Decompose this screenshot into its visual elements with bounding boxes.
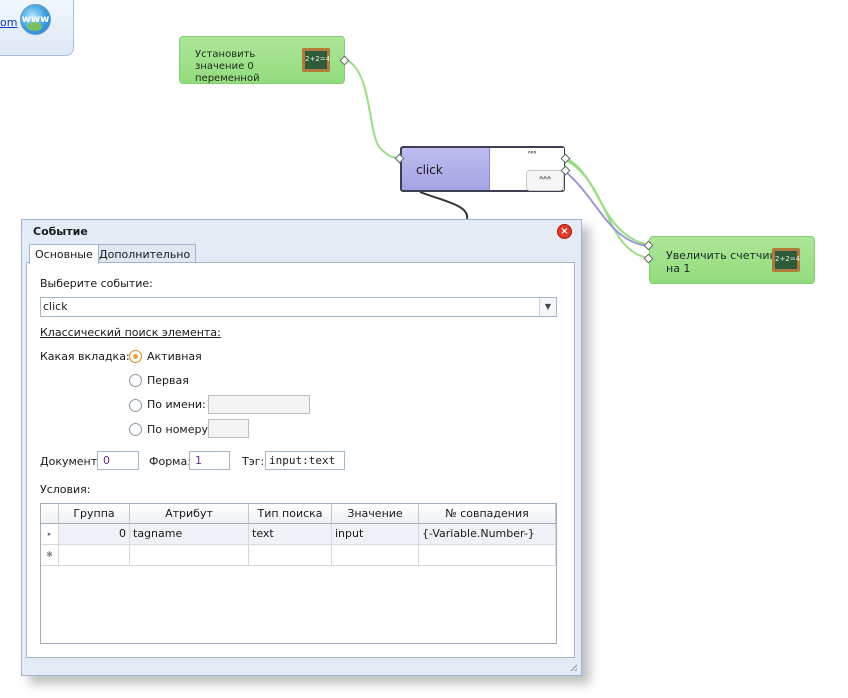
event-dialog: Событие × Основные Дополнительно Выберит… <box>21 219 582 676</box>
row-header-corner <box>41 504 59 524</box>
click-node-label: click <box>416 163 443 177</box>
tab-additional[interactable]: Дополнительно <box>93 244 197 263</box>
close-icon[interactable]: × <box>557 224 572 239</box>
increment-node[interactable]: Увеличить счетчик на 1 2+2=4 <box>649 236 815 284</box>
table-cell-attribute[interactable]: tagname <box>130 524 249 545</box>
col-header-match[interactable]: № совпадения <box>419 504 556 524</box>
table-cell-value[interactable]: input <box>332 524 419 545</box>
dialog-title: Событие <box>33 225 88 238</box>
document-input[interactable]: 0 <box>97 451 139 470</box>
col-header-value[interactable]: Значение <box>332 504 419 524</box>
www-link[interactable]: om <box>0 16 17 29</box>
increment-node-text: Увеличить счетчик на 1 <box>666 249 777 275</box>
resize-grip-icon[interactable] <box>567 661 577 671</box>
current-row-marker[interactable]: ▸ <box>41 524 59 545</box>
tag-input[interactable]: input:text <box>265 451 345 470</box>
new-row-cell[interactable] <box>332 545 419 566</box>
new-row-cell[interactable] <box>249 545 332 566</box>
form-label: Форма: <box>149 455 191 468</box>
radio-by-name[interactable] <box>129 399 142 412</box>
tab-main[interactable]: Основные <box>29 244 99 264</box>
table-cell-search-type[interactable]: text <box>249 524 332 545</box>
click-node[interactable]: click ᐢᐢᐢ ᐢᐢᐢ <box>400 146 565 192</box>
globe-icon: www <box>20 4 51 35</box>
tab-number-input[interactable] <box>208 419 249 438</box>
radio-active[interactable] <box>129 350 142 363</box>
which-tab-label: Какая вкладка: <box>40 350 130 363</box>
col-header-search-type[interactable]: Тип поиска <box>249 504 332 524</box>
chevron-down-icon[interactable]: ▼ <box>539 298 556 316</box>
radio-by-number-label: По номеру: <box>147 423 212 436</box>
col-header-attribute[interactable]: Атрибут <box>130 504 249 524</box>
set-zero-node[interactable]: Установить значение 0 переменной 2+2=4 <box>179 36 345 84</box>
conditions-grid: Группа Атрибут Тип поиска Значение № сов… <box>40 503 557 644</box>
thumbnail-button: ᐢᐢᐢ <box>526 170 564 191</box>
choose-event-label: Выберите событие: <box>40 277 153 290</box>
conditions-label: Условия: <box>40 483 91 496</box>
table-cell-group[interactable]: 0 <box>59 524 130 545</box>
tab-name-input[interactable] <box>208 395 310 414</box>
col-header-group[interactable]: Группа <box>59 504 130 524</box>
event-select[interactable]: click ▼ <box>40 297 557 317</box>
table-cell-match[interactable]: {-Variable.Number-} <box>419 524 556 545</box>
form-input[interactable]: 1 <box>189 451 230 470</box>
set-zero-node-text: Установить значение 0 переменной <box>195 49 260 84</box>
chalkboard-icon: 2+2=4 <box>772 248 800 272</box>
click-node-thumbnail: ᐢᐢᐢ ᐢᐢᐢ <box>489 148 564 191</box>
radio-active-label: Активная <box>147 350 202 363</box>
new-row-marker[interactable]: ✱ <box>41 545 59 566</box>
radio-by-name-label: По имени: <box>147 398 206 411</box>
thumbnail-text: ᐢᐢᐢ <box>528 150 537 158</box>
radio-by-number[interactable] <box>129 423 142 436</box>
event-select-value: click <box>43 300 68 313</box>
document-label: Документ: <box>40 455 101 468</box>
radio-first[interactable] <box>129 374 142 387</box>
classic-search-label: Классический поиск элемента: <box>40 326 221 339</box>
new-row-cell[interactable] <box>59 545 130 566</box>
tag-label: Тэг: <box>242 455 265 468</box>
chalkboard-icon: 2+2=4 <box>302 48 330 72</box>
new-row-cell[interactable] <box>419 545 556 566</box>
new-row-cell[interactable] <box>130 545 249 566</box>
radio-first-label: Первая <box>147 374 189 387</box>
